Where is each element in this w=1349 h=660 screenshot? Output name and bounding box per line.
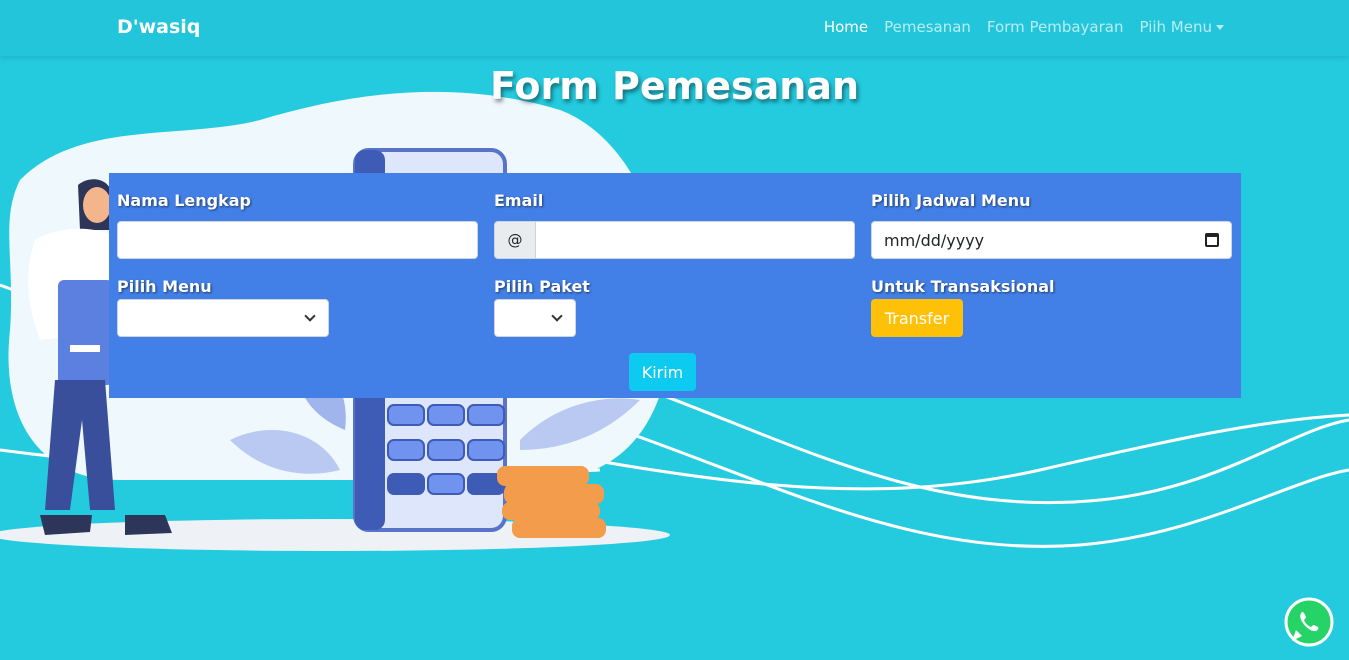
chevron-down-icon	[551, 310, 563, 322]
email-label: Email	[494, 191, 544, 210]
transfer-button[interactable]: Transfer	[871, 299, 963, 337]
nav-pemesanan[interactable]: Pemesanan	[884, 18, 971, 36]
menu-select[interactable]	[117, 299, 329, 337]
page-title: Form Pemesanan	[489, 64, 860, 108]
jadwal-date-value: mm/dd/yyyy	[884, 230, 985, 250]
transaksi-label: Untuk Transaksional	[871, 277, 1055, 296]
nama-label: Nama Lengkap	[117, 191, 252, 210]
email-input[interactable]	[535, 221, 855, 259]
nav-home[interactable]: Home	[824, 18, 868, 36]
kirim-button[interactable]: Kirim	[629, 353, 696, 391]
jadwal-label: Pilih Jadwal Menu	[871, 191, 1031, 210]
paket-label: Pilih Paket	[494, 277, 590, 296]
nama-input[interactable]	[117, 221, 478, 259]
nav-pilih-menu-label: Piih Menu	[1139, 18, 1212, 36]
jadwal-date-input[interactable]: mm/dd/yyyy	[871, 221, 1232, 259]
brand-logo[interactable]: D'wasiq	[117, 16, 200, 38]
chevron-down-icon	[304, 310, 316, 322]
nav-form-pembayaran[interactable]: Form Pembayaran	[987, 18, 1124, 36]
order-form: Nama Lengkap Email @ Pilih Jadwal Menu m…	[109, 173, 1241, 398]
paket-select[interactable]	[494, 299, 576, 337]
calendar-icon[interactable]	[1205, 233, 1219, 247]
email-prefix: @	[494, 221, 536, 259]
navbar: D'wasiq Home Pemesanan Form Pembayaran P…	[0, 0, 1349, 56]
nav-pilih-menu-dropdown[interactable]: Piih Menu	[1139, 18, 1224, 36]
nav-links: Home Pemesanan Form Pembayaran Piih Menu	[824, 18, 1224, 36]
whatsapp-icon[interactable]	[1284, 597, 1334, 647]
caret-down-icon	[1216, 25, 1224, 30]
coin-stack	[497, 466, 606, 538]
menu-label: Pilih Menu	[117, 277, 212, 296]
